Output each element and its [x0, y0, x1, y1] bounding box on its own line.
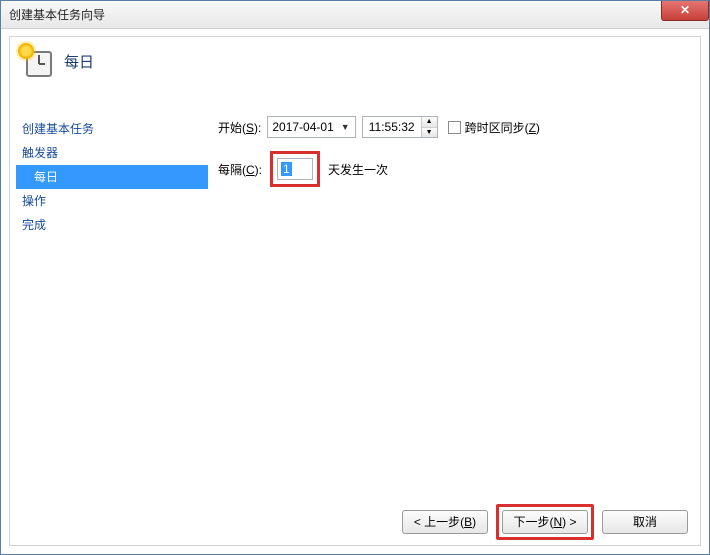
spin-down-icon[interactable]: ▼ [422, 128, 437, 138]
start-date-value: 2017-04-01 [272, 120, 333, 134]
content-area: 每日 创建基本任务 触发器 每日 操作 完成 开始(S): [2, 30, 708, 553]
start-time-spinner[interactable]: 11:55:32 ▲ ▼ [362, 116, 438, 138]
timezone-sync-checkbox[interactable]: 跨时区同步(Z) [448, 119, 540, 136]
sidebar-item-create-basic-task[interactable]: 创建基本任务 [16, 117, 208, 141]
sidebar-item-trigger[interactable]: 触发器 [16, 141, 208, 165]
next-highlight-annotation: 下一步(N) > [496, 504, 594, 540]
sidebar-item-action[interactable]: 操作 [16, 189, 208, 213]
recur-days-input[interactable]: 1 [277, 158, 313, 180]
wizard-footer: < 上一步(B) 下一步(N) > 取消 [10, 499, 700, 545]
wizard-window: 创建基本任务向导 ✕ 每日 创建基本任务 触发器 每日 操作 完成 [0, 0, 710, 555]
interval-suffix-label: 天发生一次 [328, 161, 388, 178]
checkbox-box[interactable] [448, 121, 461, 134]
start-row: 开始(S): 2017-04-01 ▼ 11:55:32 ▲ ▼ [218, 115, 690, 139]
close-button[interactable]: ✕ [661, 1, 709, 21]
titlebar: 创建基本任务向导 ✕ [1, 1, 709, 29]
page-title: 每日 [64, 51, 94, 72]
back-button[interactable]: < 上一步(B) [402, 510, 488, 534]
spin-up-icon[interactable]: ▲ [422, 117, 437, 128]
wizard-sidebar: 创建基本任务 触发器 每日 操作 完成 [10, 111, 208, 499]
window-title: 创建基本任务向导 [9, 6, 105, 23]
sidebar-item-daily[interactable]: 每日 [16, 165, 208, 189]
start-time-value: 11:55:32 [363, 117, 421, 137]
sidebar-item-finish[interactable]: 完成 [16, 213, 208, 237]
interval-label: 每隔(C): [218, 161, 262, 178]
timezone-sync-label: 跨时区同步(Z) [465, 119, 540, 136]
cancel-button[interactable]: 取消 [602, 510, 688, 534]
chevron-down-icon[interactable]: ▼ [338, 122, 353, 132]
inner-panel: 每日 创建基本任务 触发器 每日 操作 完成 开始(S): [9, 36, 701, 546]
daily-schedule-icon [20, 45, 52, 77]
form-area: 开始(S): 2017-04-01 ▼ 11:55:32 ▲ ▼ [208, 111, 700, 499]
interval-highlight-annotation: 1 [270, 151, 320, 187]
wizard-header: 每日 [10, 37, 700, 99]
start-label: 开始(S): [218, 119, 261, 136]
wizard-body: 创建基本任务 触发器 每日 操作 完成 开始(S): 2017-04-01 ▼ [10, 111, 700, 499]
interval-row: 每隔(C): 1 天发生一次 [218, 157, 690, 181]
start-date-picker[interactable]: 2017-04-01 ▼ [267, 116, 355, 138]
next-button[interactable]: 下一步(N) > [502, 510, 588, 534]
